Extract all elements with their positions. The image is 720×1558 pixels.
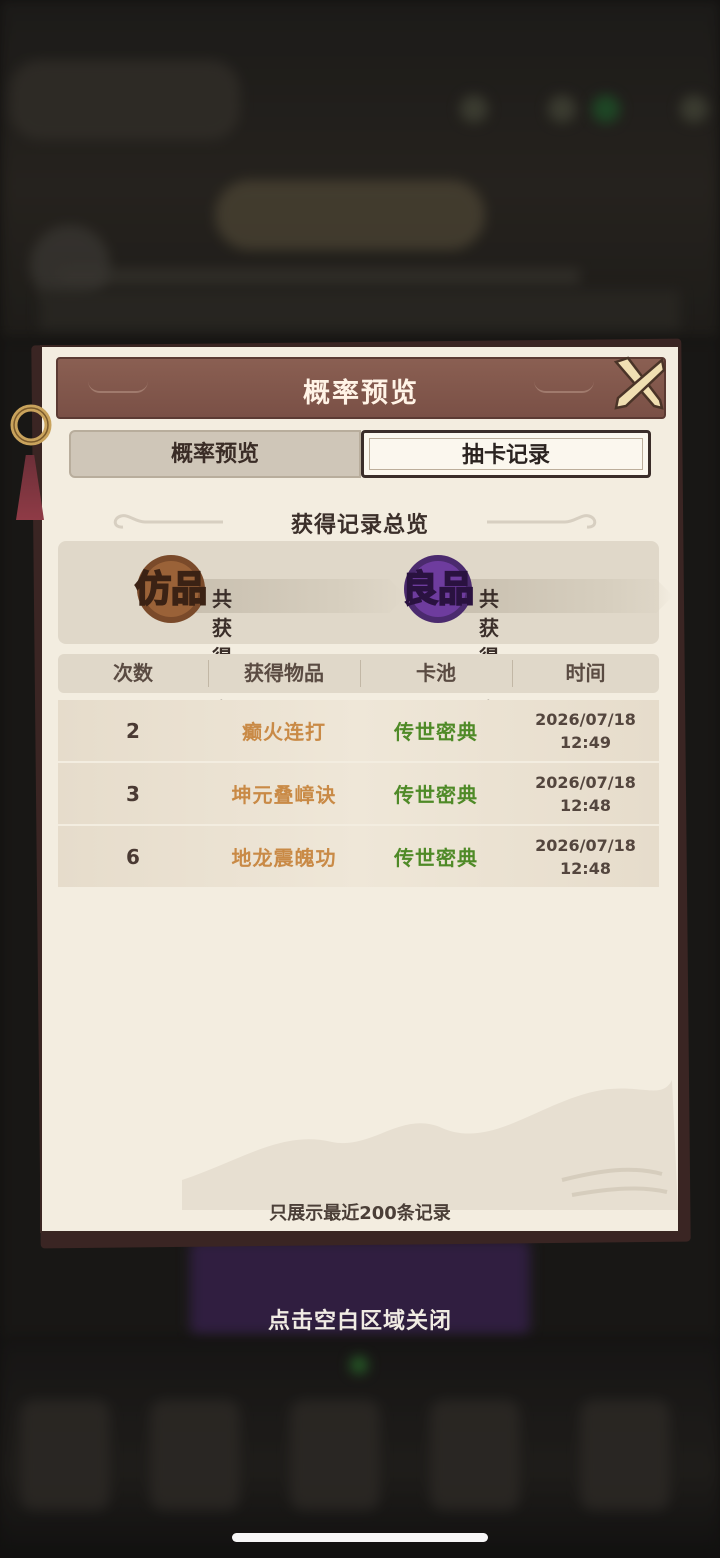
row-time: 2026/07/18 12:49 [512, 700, 659, 761]
row-pool: 传世密典 [394, 846, 478, 870]
record-limit-note: 只展示最近200条记录 [269, 1203, 451, 1224]
row-clock: 12:49 [560, 732, 611, 752]
row-count: 3 [126, 781, 140, 806]
table-row: 3 坤元叠嶂诀 传世密典 2026/07/18 12:48 [58, 763, 659, 824]
row-time: 2026/07/18 12:48 [512, 763, 659, 824]
mountain-decoration [182, 1080, 678, 1210]
summary-title: 获得记录总览 [290, 513, 429, 538]
tab-gacha-record[interactable]: 抽卡记录 [361, 430, 651, 478]
row-item: 坤元叠嶂诀 [231, 783, 337, 807]
table-row: 2 癫火连打 传世密典 2026/07/18 12:49 [58, 700, 659, 761]
row-item: 癫火连打 [242, 720, 326, 744]
row-date: 2026/07/18 [535, 709, 636, 729]
row-pool: 传世密典 [394, 783, 478, 807]
table-row: 6 地龙震魄功 传世密典 2026/07/18 12:48 [58, 826, 659, 887]
row-date: 2026/07/18 [535, 835, 636, 855]
home-indicator[interactable] [232, 1533, 488, 1542]
imitation-grade-label: 仿品 [135, 569, 207, 610]
panel-title: 概率预览 [303, 378, 419, 409]
panel-header: 概率预览 [56, 357, 666, 419]
header-pool: 卡池 [416, 661, 456, 685]
row-clock: 12:48 [560, 858, 611, 878]
row-count: 6 [126, 844, 140, 869]
row-pool: 传世密典 [394, 720, 478, 744]
tab-bar: 概率预览 抽卡记录 [69, 430, 651, 478]
imitation-grade-badge-icon: 仿品 [134, 555, 208, 623]
record-table-header: 次数 获得物品 卡池 时间 [58, 654, 659, 693]
row-clock: 12:48 [560, 795, 611, 815]
row-date: 2026/07/18 [535, 772, 636, 792]
ring-ornament-icon [10, 404, 52, 446]
row-count: 2 [126, 718, 140, 743]
header-count: 次数 [113, 661, 153, 685]
fine-grade-label: 良品 [402, 569, 474, 610]
header-time: 时间 [565, 661, 606, 685]
row-item: 地龙震魄功 [231, 846, 337, 870]
close-hint: 点击空白区域关闭 [267, 1309, 452, 1334]
tab-probability-preview[interactable]: 概率预览 [69, 430, 361, 478]
header-item: 获得物品 [244, 661, 324, 685]
close-icon[interactable] [608, 352, 670, 414]
fine-grade-badge-icon: 良品 [401, 555, 475, 623]
summary-box: 仿品 共获得3次 良品 共获得2次 [58, 541, 673, 722]
row-time: 2026/07/18 12:48 [512, 826, 659, 887]
tab-active-border [369, 438, 643, 470]
